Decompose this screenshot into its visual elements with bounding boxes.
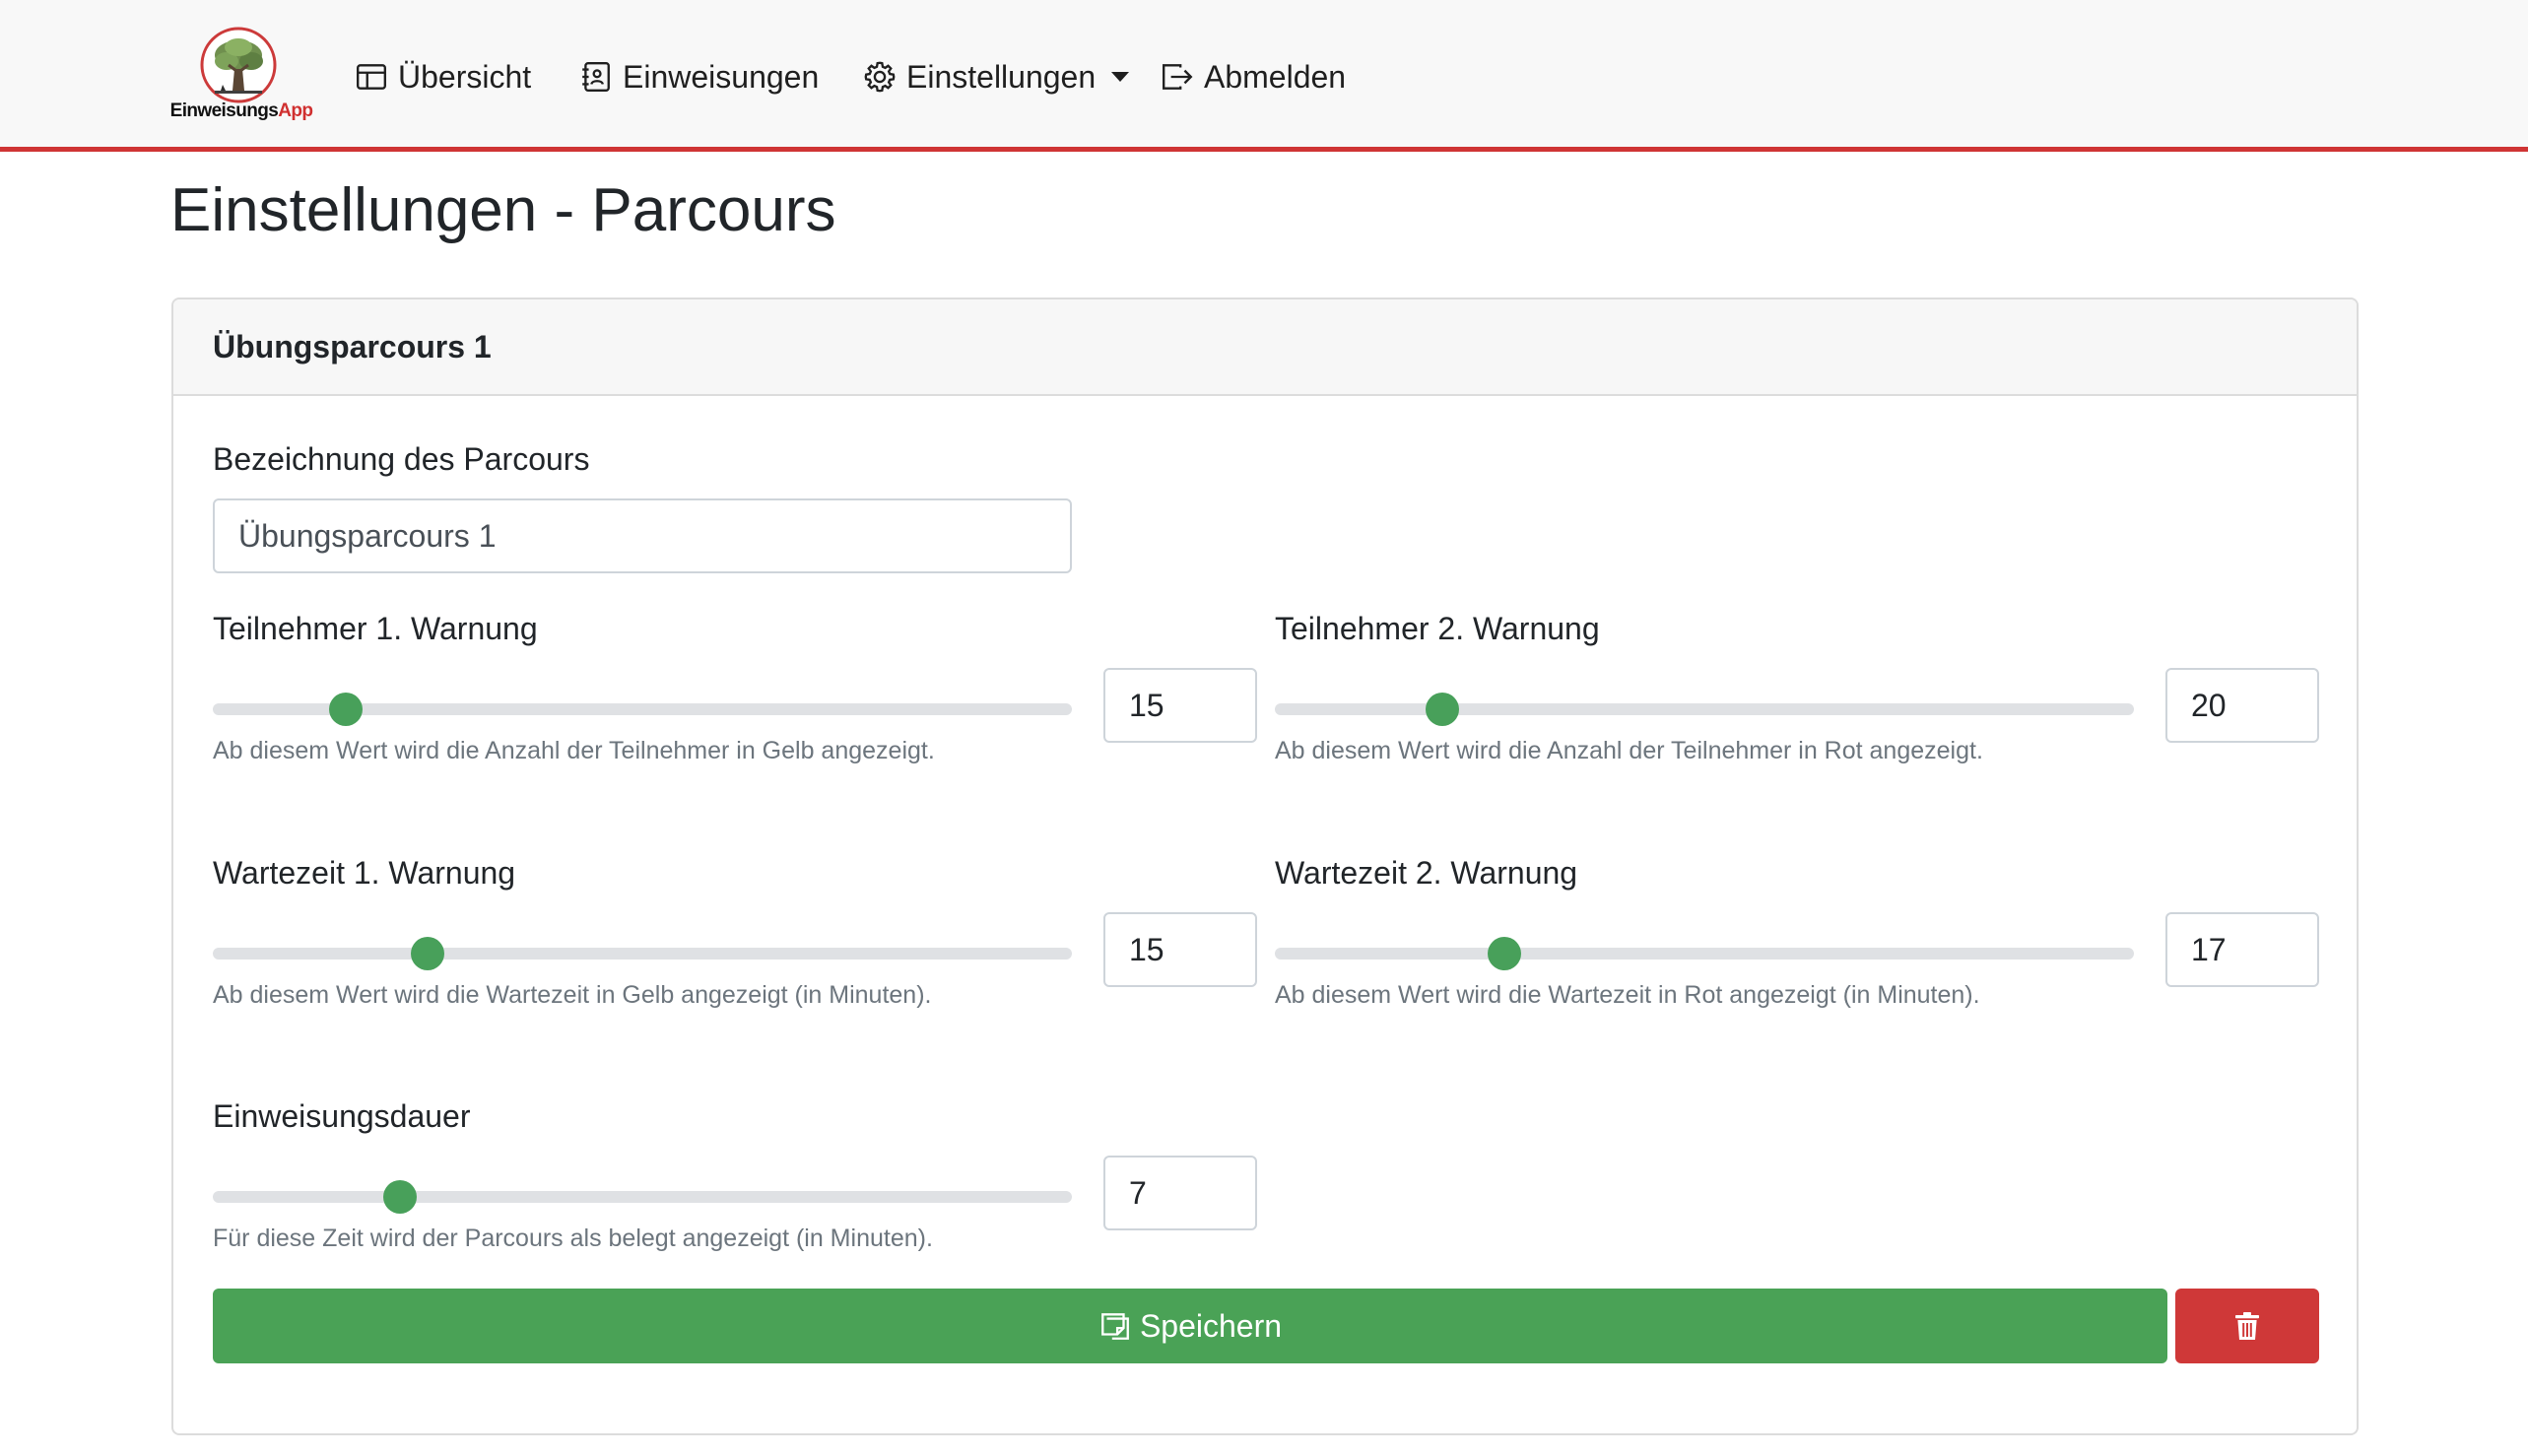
parcours-card: Übungsparcours 1 Bezeichnung des Parcour… <box>171 298 2359 1435</box>
slider-thumb[interactable] <box>383 1180 418 1214</box>
briefing-duration-slider[interactable] <box>213 1177 1072 1217</box>
participants-warn2-help: Ab diesem Wert wird die Anzahl der Teiln… <box>1275 737 1983 764</box>
delete-button[interactable] <box>2175 1289 2319 1363</box>
save-button[interactable]: Speichern <box>213 1289 2167 1363</box>
slider-track <box>1275 948 2134 960</box>
wait-warn1-input[interactable] <box>1103 912 1257 987</box>
wait-warn2-slider[interactable] <box>1275 934 2134 973</box>
save-button-label: Speichern <box>1139 1307 1283 1344</box>
wait-warn1-slider[interactable] <box>213 934 1072 973</box>
name-field-label: Bezeichnung des Parcours <box>213 441 590 477</box>
slider-track <box>213 1191 1072 1203</box>
slider-thumb[interactable] <box>1426 693 1460 726</box>
participants-warn2-slider[interactable] <box>1275 690 2134 729</box>
nav-item-label: Abmelden <box>1204 58 1347 95</box>
slider-track <box>213 948 1072 960</box>
nav-item-label: Einweisungen <box>623 58 820 95</box>
nav-item-uebersicht[interactable]: Übersicht <box>355 49 531 104</box>
card-header: Übungsparcours 1 <box>173 299 2357 396</box>
briefing-duration-label: Einweisungsdauer <box>213 1098 471 1134</box>
slider-thumb[interactable] <box>329 693 364 726</box>
logo-brand-accent: App <box>278 100 313 121</box>
card-header-title: Übungsparcours 1 <box>213 329 492 364</box>
tree-logo-icon <box>200 27 277 103</box>
nav-item-abmelden[interactable]: Abmelden <box>1161 49 1346 104</box>
layout-icon <box>357 64 386 90</box>
logo-brand-main: Einweisungs <box>169 100 279 121</box>
participants-warn1-help: Ab diesem Wert wird die Anzahl der Teiln… <box>213 737 935 764</box>
participants-warn1-slider[interactable] <box>213 690 1072 729</box>
wait-warn1-label: Wartezeit 1. Warnung <box>213 855 516 891</box>
logout-icon <box>1163 64 1193 90</box>
app-logo[interactable]: EinweisungsApp <box>169 24 313 126</box>
save-icon <box>1101 1313 1129 1340</box>
wait-warn2-input[interactable] <box>2165 912 2319 987</box>
gear-icon <box>864 61 896 93</box>
logo-brand-text: EinweisungsApp <box>169 100 313 122</box>
participants-warn1-input[interactable] <box>1103 668 1257 743</box>
slider-thumb[interactable] <box>411 937 444 970</box>
navbar: EinweisungsApp Übersicht Einweisungen Ei… <box>0 0 2528 152</box>
slider-thumb[interactable] <box>1487 937 1521 970</box>
nav-item-einweisungen[interactable]: Einweisungen <box>579 49 819 104</box>
slider-track <box>1275 703 2134 715</box>
nav-item-einstellungen[interactable]: Einstellungen <box>863 49 1130 104</box>
parcours-name-input[interactable] <box>213 498 1072 573</box>
wait-warn2-help: Ab diesem Wert wird die Wartezeit in Rot… <box>1275 981 1980 1009</box>
chevron-down-icon <box>1111 72 1130 82</box>
briefing-duration-input[interactable] <box>1103 1156 1257 1230</box>
participants-warn2-input[interactable] <box>2165 668 2319 743</box>
trash-icon <box>2235 1312 2259 1340</box>
wait-warn1-help: Ab diesem Wert wird die Wartezeit in Gel… <box>213 981 932 1009</box>
journal-icon <box>582 62 610 92</box>
wait-warn2-label: Wartezeit 2. Warnung <box>1275 855 1578 891</box>
nav-item-label: Einstellungen <box>906 58 1097 95</box>
page-title: Einstellungen - Parcours <box>170 176 836 244</box>
participants-warn2-label: Teilnehmer 2. Warnung <box>1275 611 1600 646</box>
participants-warn1-label: Teilnehmer 1. Warnung <box>213 611 538 646</box>
nav-item-label: Übersicht <box>398 58 532 95</box>
briefing-duration-help: Für diese Zeit wird der Parcours als bel… <box>213 1224 933 1252</box>
